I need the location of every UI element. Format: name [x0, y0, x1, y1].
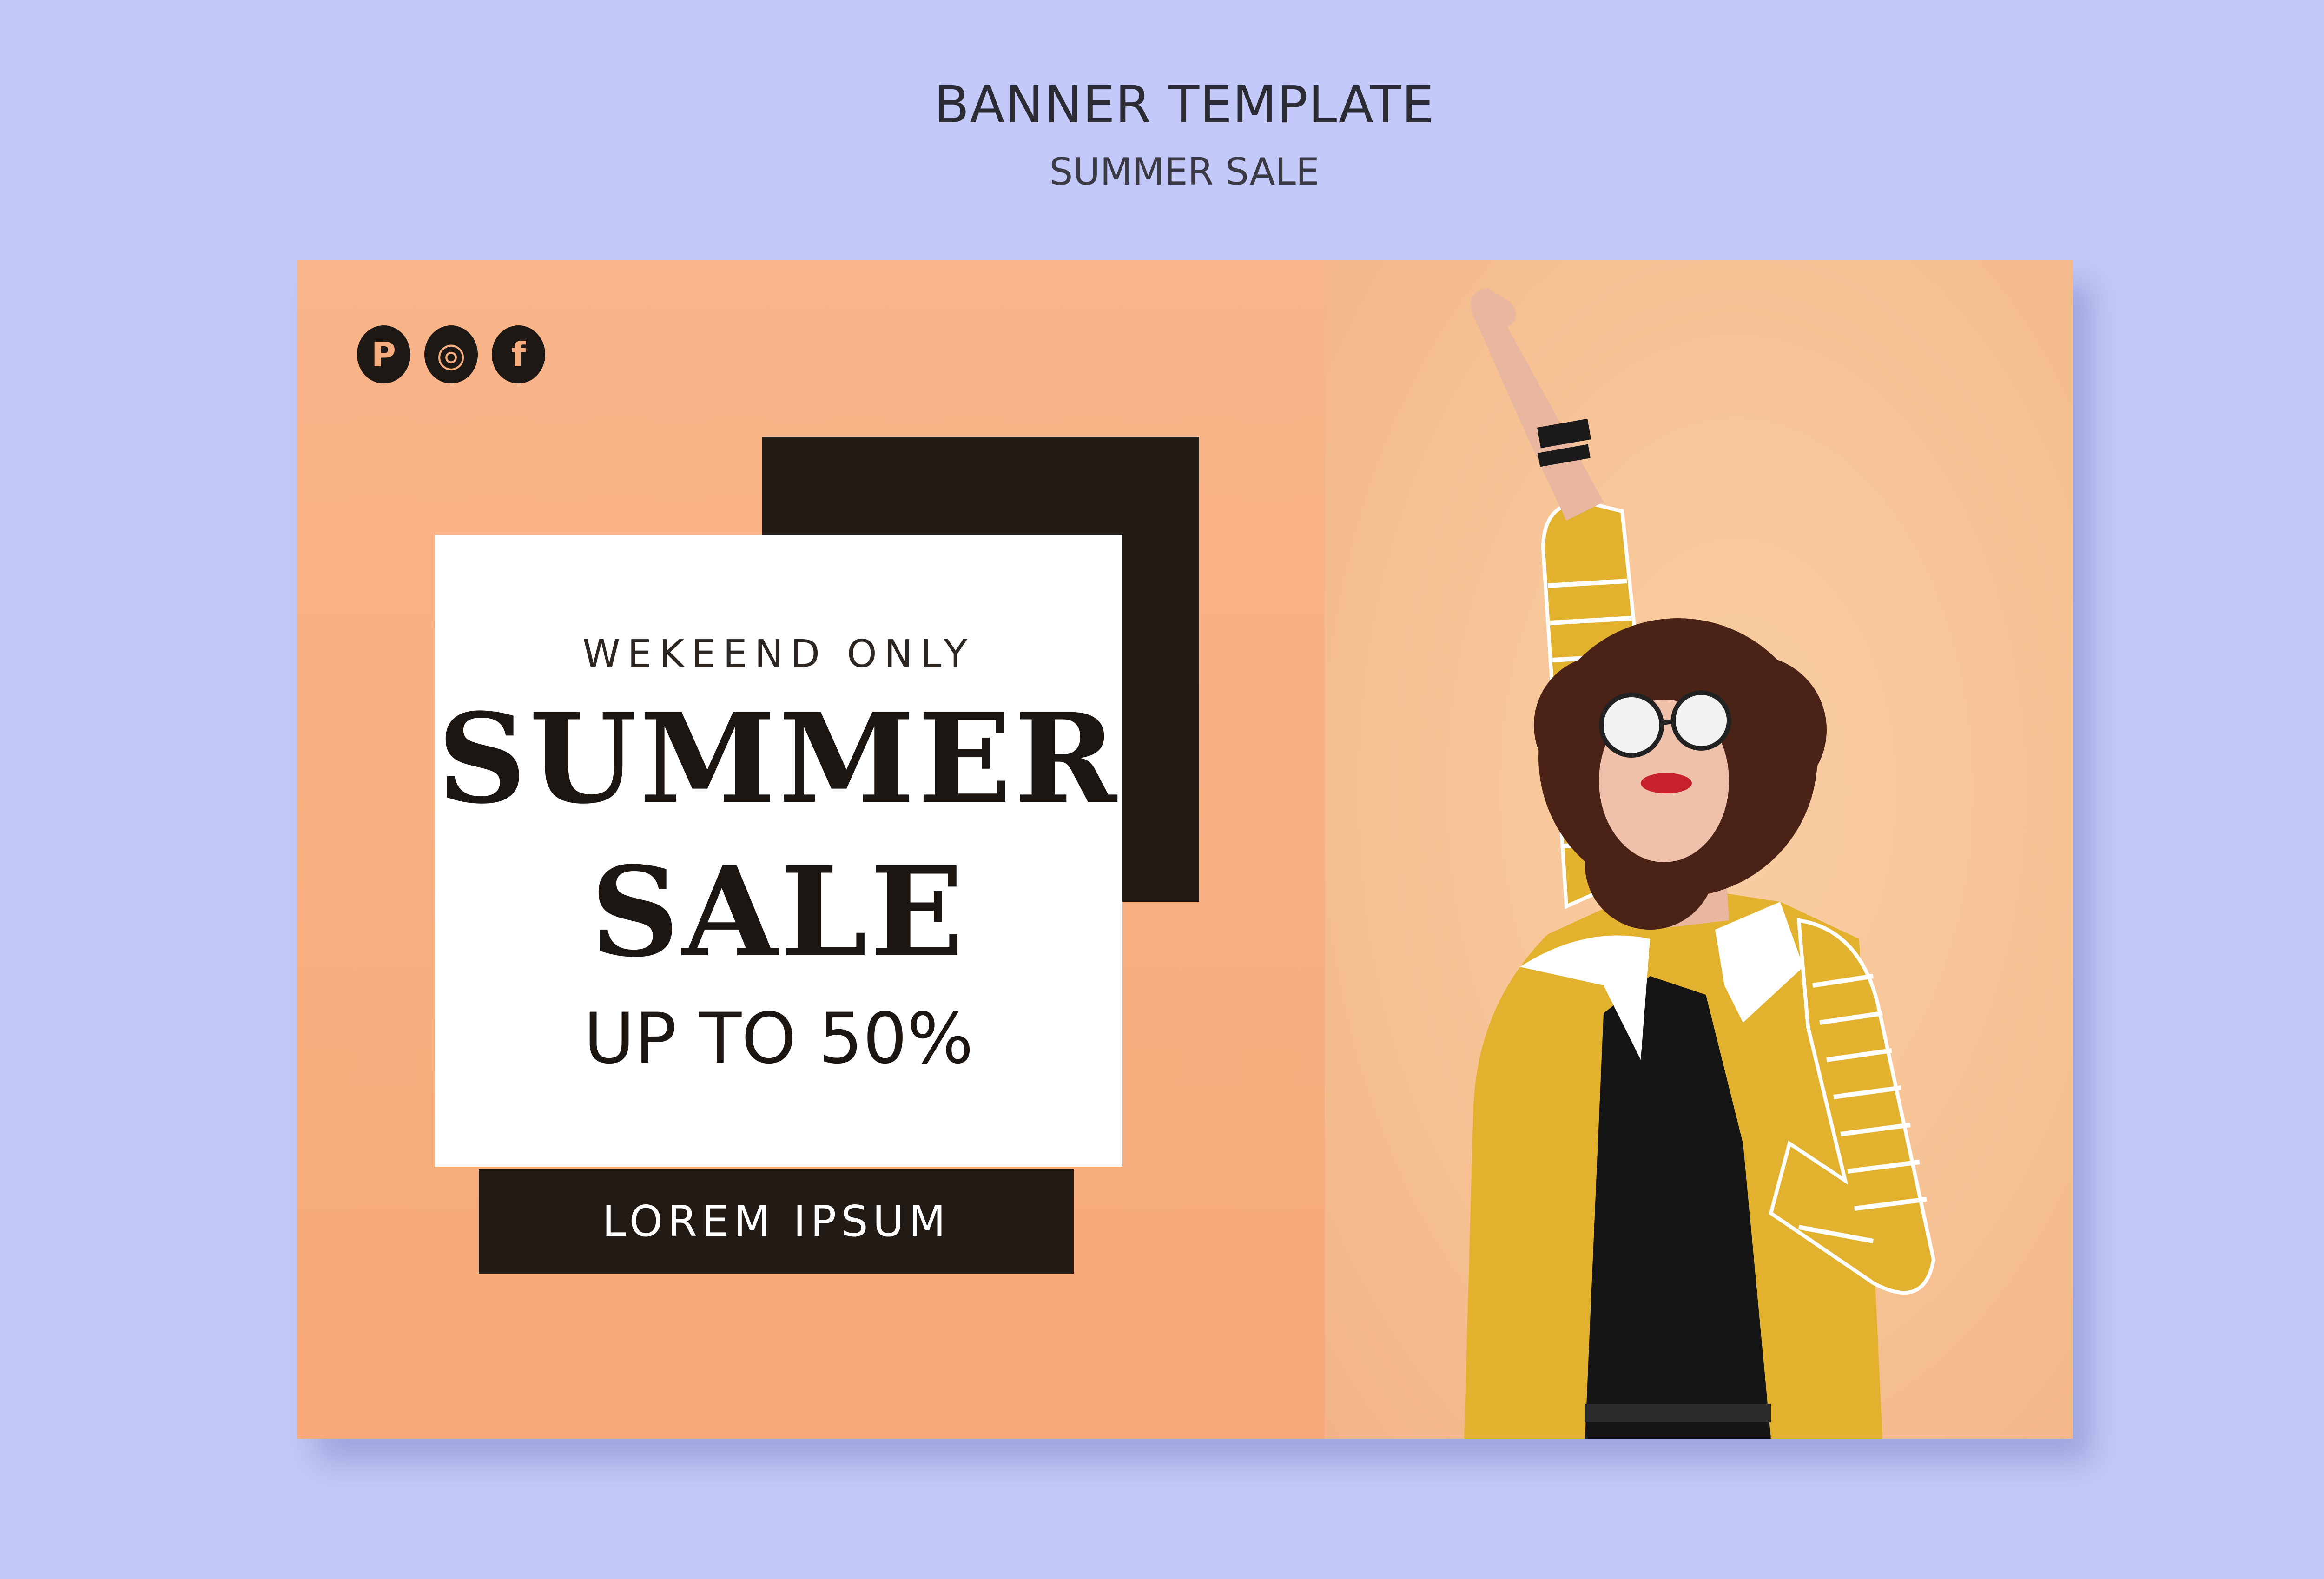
cta-button[interactable]: LOREM IPSUM [479, 1169, 1074, 1274]
banner: P ◎ f WEKEEND ONLY SUMMER SALE UP TO 50%… [297, 260, 2073, 1439]
headline-sale: SALE [590, 840, 967, 984]
banner-left-panel: P ◎ f WEKEEND ONLY SUMMER SALE UP TO 50%… [297, 260, 1325, 1439]
banner-right-panel [1325, 260, 2073, 1439]
social-icons: P ◎ f [357, 325, 545, 383]
headline-summer: SUMMER [437, 687, 1120, 831]
pinterest-icon[interactable]: P [357, 325, 410, 383]
sale-card: WEKEEND ONLY SUMMER SALE UP TO 50% [435, 535, 1122, 1167]
kicker-text: WEKEEND ONLY [582, 632, 975, 676]
instagram-icon[interactable]: ◎ [424, 325, 478, 383]
discount-text: UP TO 50% [583, 998, 974, 1079]
facebook-icon[interactable]: f [492, 325, 545, 383]
model-photo [1464, 288, 1936, 1439]
header-title: BANNER TEMPLATE [934, 75, 1435, 134]
header-subtitle: SUMMER SALE [1049, 150, 1320, 193]
